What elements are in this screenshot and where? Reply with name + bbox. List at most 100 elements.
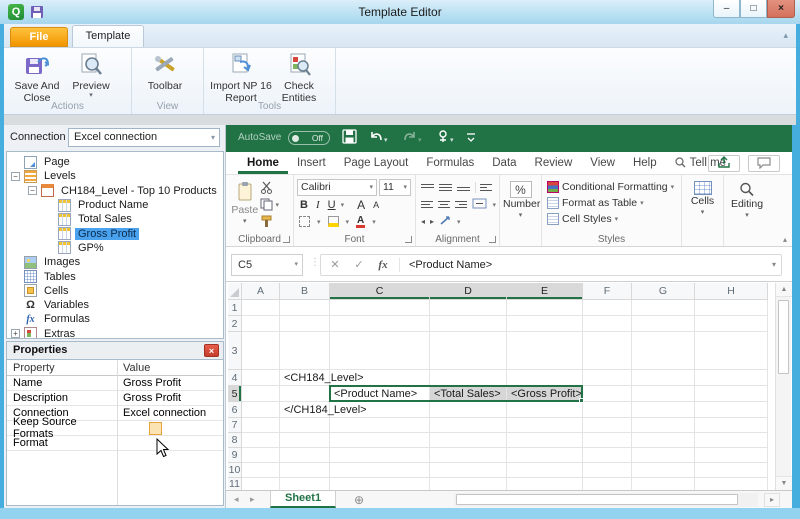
cell-F6[interactable]	[583, 402, 632, 418]
row-header-7[interactable]: 7	[228, 418, 242, 433]
cell-F4[interactable]	[583, 370, 632, 386]
insert-function-icon[interactable]: fx	[373, 255, 393, 275]
tree-item-extras[interactable]: + Extras	[7, 327, 223, 338]
cell-C9[interactable]	[330, 448, 430, 463]
merge-center-button[interactable]	[472, 196, 487, 214]
customize-qat-button[interactable]	[466, 131, 476, 149]
format-painter-button[interactable]	[260, 213, 290, 230]
cell-C10[interactable]	[330, 463, 430, 478]
cells-button[interactable]: Cells ▾	[685, 179, 720, 216]
name-box[interactable]: C5 ▾	[231, 254, 303, 276]
align-right-button[interactable]	[455, 199, 468, 210]
cell-B7[interactable]	[280, 418, 330, 433]
cell-F8[interactable]	[583, 433, 632, 448]
cell-H11[interactable]	[695, 478, 768, 490]
excel-tab-data[interactable]: Data	[483, 152, 525, 174]
cell-B3[interactable]	[280, 332, 330, 370]
cell-A11[interactable]	[242, 478, 280, 490]
tree-expander-icon[interactable]: −	[11, 171, 20, 181]
cell-A10[interactable]	[242, 463, 280, 478]
excel-save-button[interactable]	[342, 129, 357, 149]
tree-item-formulas[interactable]: fx Formulas	[7, 312, 223, 326]
row-header-3[interactable]: 3	[228, 332, 242, 370]
format-as-table-button[interactable]: Format as Table ▾	[545, 195, 678, 211]
copy-dropdown-arrow[interactable]: ▾	[275, 201, 279, 209]
cell-G9[interactable]	[632, 448, 695, 463]
align-center-button[interactable]	[438, 199, 451, 210]
cell-D10[interactable]	[430, 463, 507, 478]
cell-G2[interactable]	[632, 316, 695, 332]
row-header-11[interactable]: 11	[228, 478, 242, 490]
tab-template[interactable]: Template	[72, 25, 144, 47]
cell-D7[interactable]	[430, 418, 507, 433]
wrap-text-button[interactable]	[475, 182, 492, 193]
cell-F10[interactable]	[583, 463, 632, 478]
cell-B6[interactable]: </CH184_Level>	[280, 402, 367, 418]
touch-mode-button[interactable]: ▾	[436, 129, 454, 149]
share-button[interactable]	[708, 155, 740, 172]
cell-B9[interactable]	[280, 448, 330, 463]
underline-button[interactable]: U	[325, 199, 339, 211]
cell-A9[interactable]	[242, 448, 280, 463]
row-header-2[interactable]: 2	[228, 316, 242, 332]
excel-tab-view[interactable]: View	[581, 152, 624, 174]
select-all-corner[interactable]	[228, 283, 242, 300]
cell-G7[interactable]	[632, 418, 695, 433]
cell-C8[interactable]	[330, 433, 430, 448]
minimize-button[interactable]: –	[713, 0, 740, 18]
property-value[interactable]	[117, 421, 223, 435]
excel-tab-formulas[interactable]: Formulas	[417, 152, 483, 174]
cell-B10[interactable]	[280, 463, 330, 478]
column-header-F[interactable]: F	[583, 283, 632, 300]
row-header-1[interactable]: 1	[228, 300, 242, 316]
cell-F5[interactable]	[583, 386, 632, 402]
column-header-E[interactable]: E	[507, 283, 583, 300]
scroll-up-arrow[interactable]: ▲	[776, 283, 792, 297]
redo-dropdown-arrow[interactable]: ▾	[418, 137, 422, 144]
cancel-icon[interactable]: ✕	[325, 255, 345, 275]
cell-G11[interactable]	[632, 478, 695, 490]
clipboard-dialog-launcher[interactable]	[283, 236, 290, 243]
comments-button[interactable]	[748, 155, 780, 172]
cell-A5[interactable]	[242, 386, 280, 402]
expand-formula-bar-arrow[interactable]: ▾	[772, 255, 776, 275]
cell-E2[interactable]	[507, 316, 583, 332]
cell-F11[interactable]	[583, 478, 632, 490]
cell-A7[interactable]	[242, 418, 280, 433]
redo-button[interactable]: ▾	[402, 129, 422, 149]
cell-B1[interactable]	[280, 300, 330, 316]
cell-E6[interactable]	[507, 402, 583, 418]
cell-C3[interactable]	[330, 332, 430, 370]
underline-dropdown-arrow[interactable]: ▾	[341, 201, 345, 209]
font-color-button[interactable]: A	[356, 215, 366, 228]
cell-B8[interactable]	[280, 433, 330, 448]
cell-A8[interactable]	[242, 433, 280, 448]
excel-tab-help[interactable]: Help	[624, 152, 666, 174]
decrease-indent-button[interactable]: ◂	[421, 217, 425, 226]
bold-button[interactable]: B	[297, 199, 311, 211]
cell-A4[interactable]	[242, 370, 280, 386]
preview-dropdown-arrow[interactable]: ▾	[64, 92, 118, 100]
tree-item-variables[interactable]: Ω Variables	[7, 298, 223, 312]
tree-item-gross-profit[interactable]: Gross Profit	[7, 226, 223, 241]
collapse-excel-ribbon-icon[interactable]: ▴	[783, 235, 787, 244]
merge-center-arrow[interactable]: ▾	[492, 201, 496, 209]
sheet-tab-sheet1[interactable]: Sheet1	[270, 491, 337, 508]
cell-H10[interactable]	[695, 463, 768, 478]
save-and-close-button[interactable]: Save And Close	[10, 52, 64, 104]
cell-B2[interactable]	[280, 316, 330, 332]
cell-C7[interactable]	[330, 418, 430, 433]
cell-F9[interactable]	[583, 448, 632, 463]
cell-D9[interactable]	[430, 448, 507, 463]
cell-E9[interactable]	[507, 448, 583, 463]
cell-F2[interactable]	[583, 316, 632, 332]
borders-arrow[interactable]: ▾	[317, 218, 321, 226]
alignment-dialog-launcher[interactable]	[489, 236, 496, 243]
sheet-nav-right[interactable]: ▸	[250, 491, 255, 508]
autosave-toggle[interactable]: Off	[288, 131, 330, 145]
cell-F7[interactable]	[583, 418, 632, 433]
paste-dropdown-arrow[interactable]: ▾	[229, 217, 260, 225]
cell-H4[interactable]	[695, 370, 768, 386]
row-header-5[interactable]: 5	[228, 386, 242, 402]
cell-C1[interactable]	[330, 300, 430, 316]
